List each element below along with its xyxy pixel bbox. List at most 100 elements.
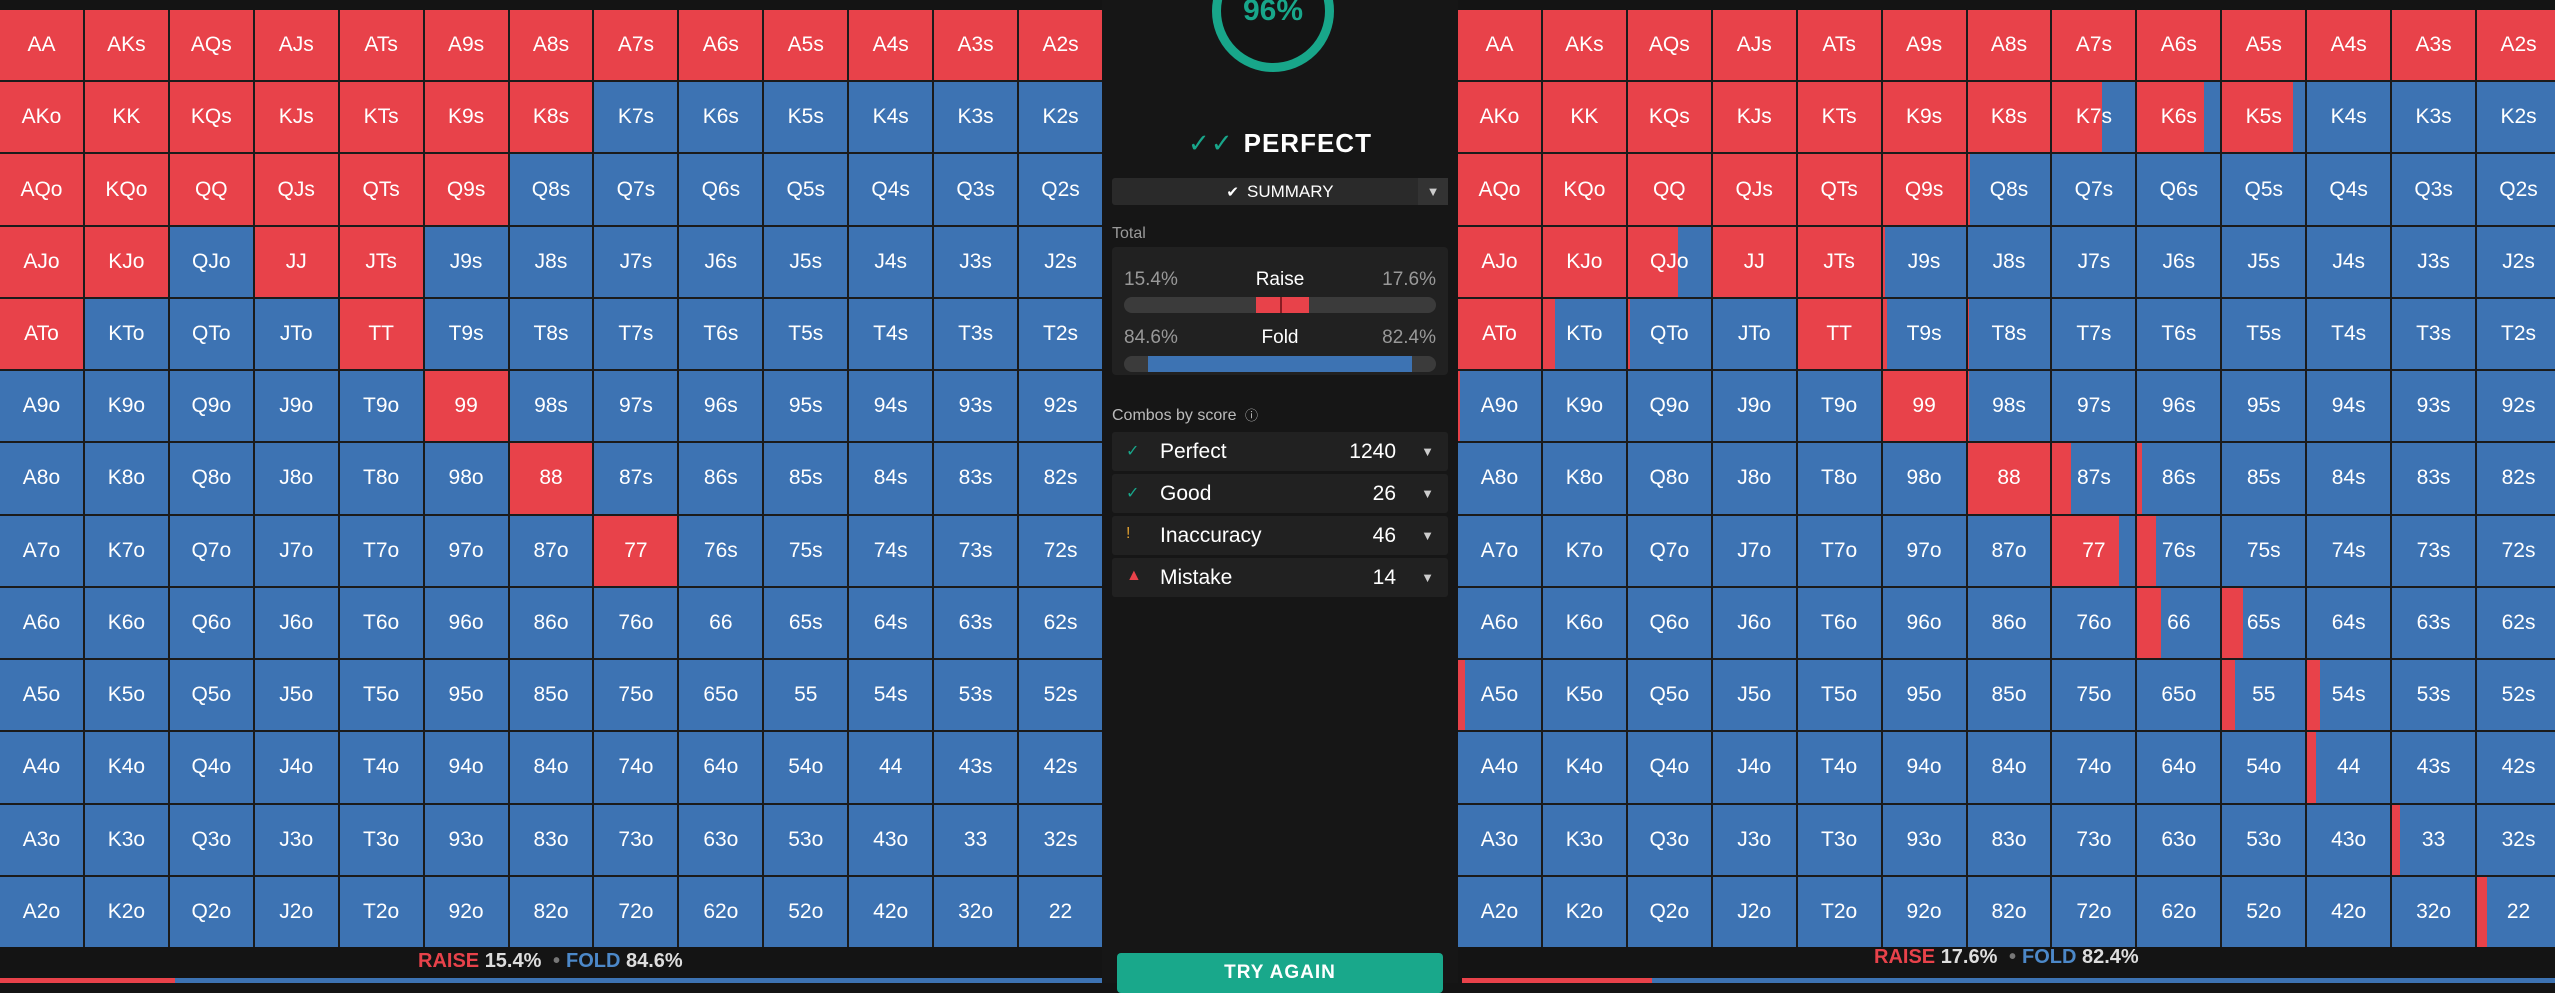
chevron-down-icon[interactable]: ▼ [1421,570,1434,585]
hand-cell[interactable]: A3s [2392,10,2476,81]
hand-cell[interactable]: Q8s [1967,154,2051,225]
hand-cell[interactable]: 72o [2052,876,2136,947]
hand-cell[interactable]: J2o [254,876,338,947]
hand-cell[interactable]: Q8o [1627,443,1711,514]
hand-cell[interactable]: 65o [679,660,763,731]
hand-cell[interactable]: T6s [2137,298,2221,370]
hand-cell[interactable]: 84s [2307,443,2391,514]
hand-cell[interactable]: Q7s [594,154,678,225]
hand-cell[interactable]: 88 [509,443,593,514]
hand-cell[interactable]: A7s [594,10,678,81]
hand-cell[interactable]: A4o [0,732,83,803]
hand-cell[interactable]: 99 [1882,371,1966,442]
combo-row-good[interactable]: ✓ Good 26 ▼ [1112,474,1448,513]
hand-cell[interactable]: A9o [1458,371,1541,442]
hand-cell[interactable]: KJo [84,226,168,297]
hand-cell[interactable]: K8o [1542,443,1626,514]
hand-cell[interactable]: J3s [934,226,1018,297]
hand-cell[interactable]: 95s [764,371,848,442]
hand-cell[interactable]: Q7o [169,515,253,586]
hand-cell[interactable]: 55 [2222,660,2306,731]
hand-cell[interactable]: 64s [2307,587,2391,659]
hand-cell[interactable]: Q2s [2477,154,2555,225]
hand-cell[interactable]: T8o [339,443,423,514]
hand-cell[interactable]: K3o [84,804,168,875]
hand-cell[interactable]: 85s [764,443,848,514]
hand-cell[interactable]: AQs [169,10,253,81]
hand-cell[interactable]: 53o [764,804,848,875]
hand-cell[interactable]: T9o [339,371,423,442]
hand-cell[interactable]: 94s [2307,371,2391,442]
hand-cell[interactable]: A7o [1458,515,1541,586]
hand-cell[interactable]: 94s [849,371,933,442]
hand-cell[interactable]: Q6o [169,587,253,659]
hand-cell[interactable]: T9s [1882,298,1966,370]
hand-cell[interactable]: J3o [1712,804,1796,875]
hand-cell[interactable]: 95s [2222,371,2306,442]
hand-cell[interactable]: 87s [2052,443,2136,514]
combo-row-inaccuracy[interactable]: ! Inaccuracy 46 ▼ [1112,516,1448,555]
hand-cell[interactable]: 86s [2137,443,2221,514]
hand-cell[interactable]: K2o [84,876,168,947]
hand-cell[interactable]: 74s [849,515,933,586]
hand-cell[interactable]: 83s [2392,443,2476,514]
hand-cell[interactable]: JTs [339,226,423,297]
hand-cell[interactable]: J3o [254,804,338,875]
hand-cell[interactable]: 63s [2392,587,2476,659]
hand-cell[interactable]: 54s [2307,660,2391,731]
hand-cell[interactable]: T5s [764,298,848,370]
hand-cell[interactable]: A7s [2052,10,2136,81]
hand-cell[interactable]: 93s [934,371,1018,442]
hand-cell[interactable]: ATo [0,298,83,370]
hand-cell[interactable]: 86o [509,587,593,659]
hand-cell[interactable]: A9s [424,10,508,81]
chevron-down-icon[interactable]: ▼ [1421,528,1434,543]
hand-cell[interactable]: 54o [2222,732,2306,803]
hand-cell[interactable]: QTo [1627,298,1711,370]
hand-cell[interactable]: AKo [1458,82,1541,153]
hand-cell[interactable]: 92s [1019,371,1102,442]
hand-cell[interactable]: 86o [1967,587,2051,659]
hand-cell[interactable]: 75o [2052,660,2136,731]
hand-cell[interactable]: Q5s [2222,154,2306,225]
hand-cell[interactable]: T3s [934,298,1018,370]
hand-cell[interactable]: JTo [254,298,338,370]
hand-cell[interactable]: T5o [339,660,423,731]
hand-cell[interactable]: Q2o [169,876,253,947]
hand-cell[interactable]: 62s [1019,587,1102,659]
combo-row-mistake[interactable]: ▲ Mistake 14 ▼ [1112,558,1448,597]
hand-cell[interactable]: 76o [2052,587,2136,659]
hand-cell[interactable]: AJo [1458,226,1541,297]
hand-cell[interactable]: A6o [0,587,83,659]
hand-cell[interactable]: A9o [0,371,83,442]
hand-cell[interactable]: 42o [2307,876,2391,947]
hand-cell[interactable]: 94o [1882,732,1966,803]
hand-cell[interactable]: J5s [764,226,848,297]
hand-cell[interactable]: 33 [2392,804,2476,875]
hand-cell[interactable]: T5o [1797,660,1881,731]
hand-cell[interactable]: 93o [1882,804,1966,875]
hand-cell[interactable]: Q5o [1627,660,1711,731]
hand-cell[interactable]: T2s [2477,298,2555,370]
hand-cell[interactable]: 76s [679,515,763,586]
hand-cell[interactable]: 64o [679,732,763,803]
hand-cell[interactable]: Q4o [1627,732,1711,803]
hand-cell[interactable]: 96s [2137,371,2221,442]
hand-cell[interactable]: JTs [1797,226,1881,297]
hand-cell[interactable]: Q3o [1627,804,1711,875]
hand-cell[interactable]: AA [1458,10,1541,81]
hand-cell[interactable]: JTo [1712,298,1796,370]
hand-cell[interactable]: 92o [424,876,508,947]
hand-cell[interactable]: QTo [169,298,253,370]
hand-cell[interactable]: 75s [764,515,848,586]
hand-cell[interactable]: K8o [84,443,168,514]
hand-cell[interactable]: KJs [1712,82,1796,153]
hand-cell[interactable]: T7s [2052,298,2136,370]
hand-cell[interactable]: T9o [1797,371,1881,442]
hand-cell[interactable]: K6s [679,82,763,153]
hand-cell[interactable]: 22 [1019,876,1102,947]
hand-cell[interactable]: 92o [1882,876,1966,947]
hand-cell[interactable]: KQs [169,82,253,153]
hand-cell[interactable]: AA [0,10,83,81]
hand-cell[interactable]: 73s [2392,515,2476,586]
